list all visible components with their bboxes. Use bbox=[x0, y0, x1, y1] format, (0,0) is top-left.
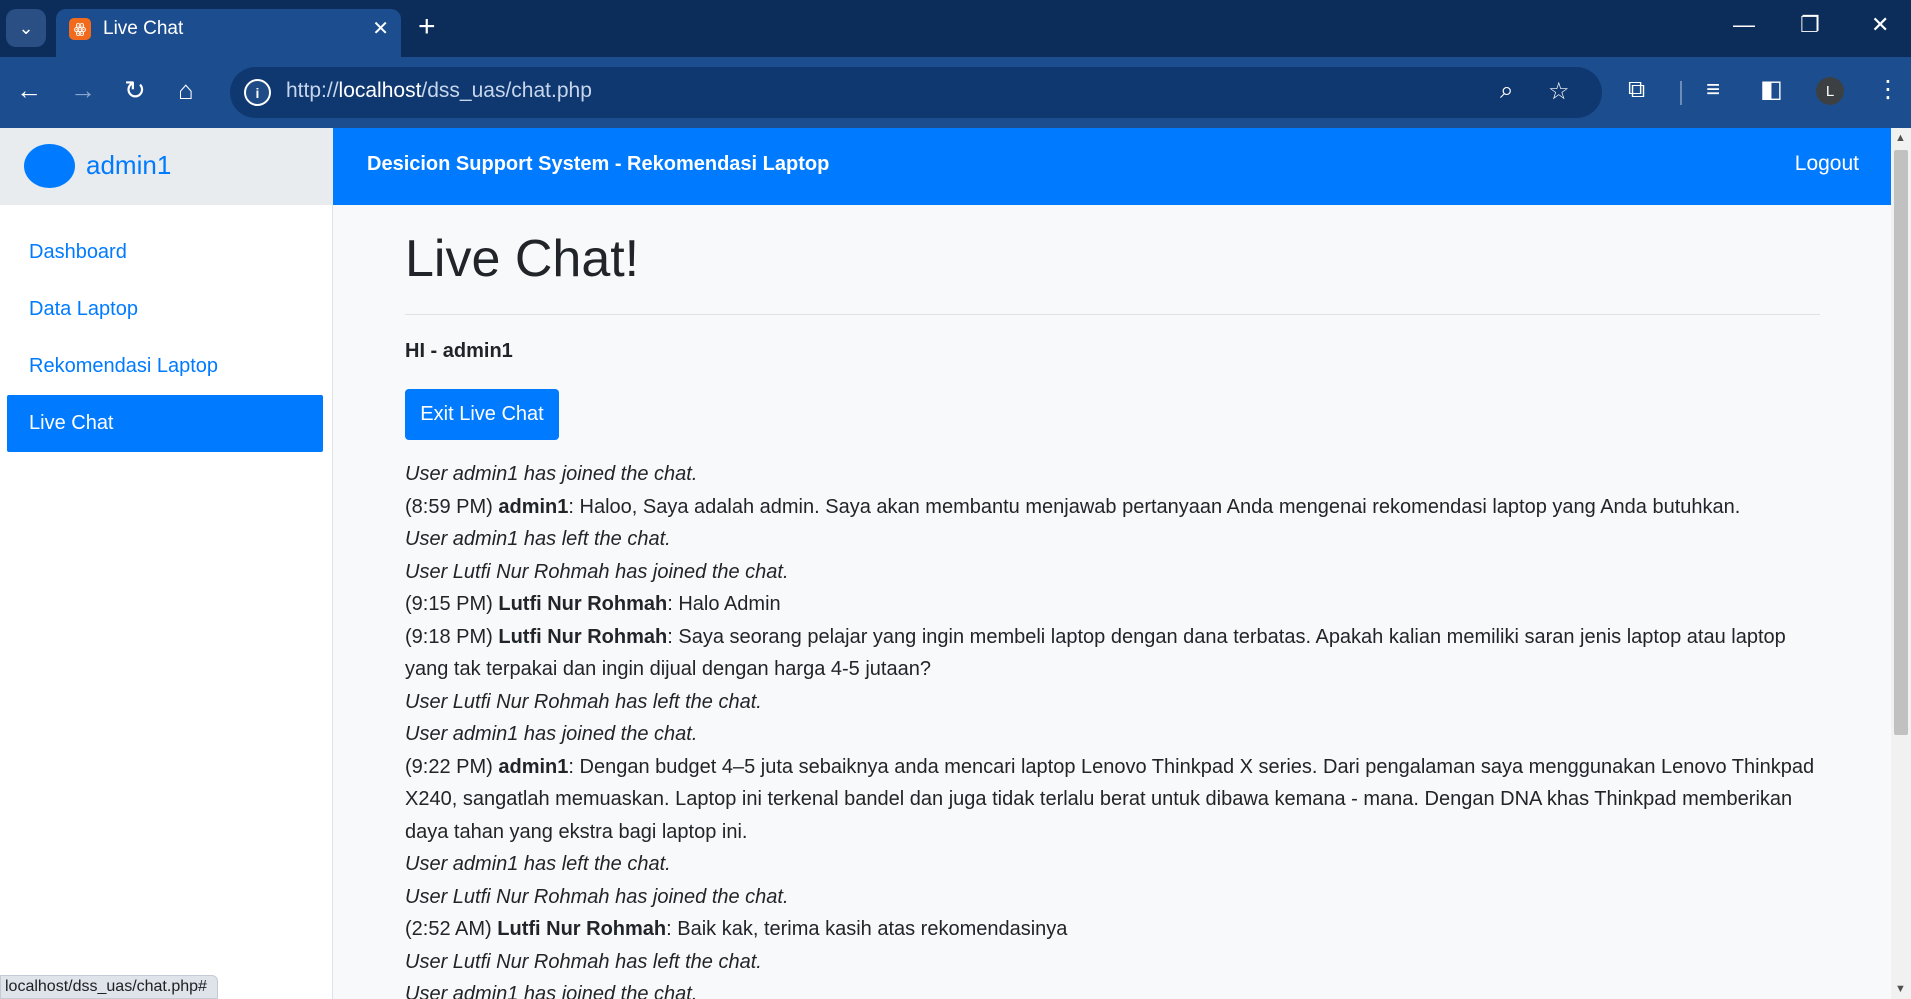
kebab-menu-icon[interactable]: ⋮ bbox=[1876, 75, 1900, 105]
chat-system-message: User admin1 has joined the chat. bbox=[405, 463, 698, 485]
window-close-icon[interactable]: ✕ bbox=[1871, 12, 1889, 38]
chat-message: (9:22 PM) admin1: Dengan budget 4–5 juta… bbox=[405, 751, 1820, 849]
chat-timestamp: (2:52 AM) bbox=[405, 918, 492, 940]
top-navbar: Desicion Support System - Rekomendasi La… bbox=[333, 128, 1891, 205]
chat-system-message: User Lutfi Nur Rohmah has joined the cha… bbox=[405, 885, 789, 908]
page-scrollbar[interactable]: ▲ ▼ bbox=[1891, 128, 1911, 999]
side-panel-icon[interactable]: ◧ bbox=[1760, 75, 1783, 105]
chat-message: (2:52 AM) Lutfi Nur Rohmah: Baik kak, te… bbox=[405, 913, 1820, 946]
media-playlist-icon[interactable]: ≡ bbox=[1706, 75, 1720, 105]
chat-system-message: User Lutfi Nur Rohmah has left the chat. bbox=[405, 950, 762, 973]
bookmark-star-icon[interactable]: ☆ bbox=[1548, 77, 1570, 106]
restore-icon[interactable]: ❐ bbox=[1800, 12, 1820, 38]
user-panel: admin1 bbox=[0, 128, 333, 205]
chat-system-message: User admin1 has left the chat. bbox=[405, 853, 671, 875]
link-status-bubble: localhost/dss_uas/chat.php# bbox=[0, 975, 218, 999]
address-bar[interactable]: i http://localhost/dss_uas/chat.php ⌕ ☆ bbox=[230, 67, 1602, 118]
new-tab-plus-icon[interactable]: + bbox=[418, 10, 436, 44]
tab-title: Live Chat bbox=[103, 18, 184, 39]
chat-timestamp: (9:22 PM) bbox=[405, 755, 493, 778]
chat-log: User admin1 has joined the chat. (8:59 PM… bbox=[405, 458, 1820, 999]
xampp-favicon-icon: ꙮ bbox=[69, 18, 91, 40]
home-icon[interactable]: ⌂ bbox=[178, 75, 194, 105]
chat-message: (8:59 PM) admin1: Haloo, Saya adalah adm… bbox=[405, 491, 1820, 524]
chat-body: : Haloo, Saya adalah admin. Saya akan me… bbox=[568, 495, 1741, 518]
toolbar-separator bbox=[1680, 81, 1682, 105]
chat-body: : Baik kak, terima kasih atas rekomendas… bbox=[666, 918, 1068, 940]
chat-sender: admin1 bbox=[498, 755, 569, 778]
exit-live-chat-button[interactable]: Exit Live Chat bbox=[405, 389, 559, 440]
chat-body: : Halo Admin bbox=[667, 593, 781, 615]
page-title: Live Chat! bbox=[405, 230, 640, 288]
chat-timestamp: (9:18 PM) bbox=[405, 625, 493, 648]
chat-timestamp: (9:15 PM) bbox=[405, 593, 493, 615]
tab-close-icon[interactable]: ✕ bbox=[372, 16, 389, 41]
forward-arrow-icon[interactable]: → bbox=[70, 75, 96, 105]
chat-timestamp: (8:59 PM) bbox=[405, 495, 493, 518]
scroll-down-arrow-icon[interactable]: ▼ bbox=[1895, 983, 1906, 995]
logout-link[interactable]: Logout bbox=[1795, 152, 1859, 176]
profile-avatar[interactable]: L bbox=[1816, 77, 1844, 105]
sidebar-item-data-laptop[interactable]: Data Laptop bbox=[7, 281, 323, 338]
zoom-magnifier-icon[interactable]: ⌕ bbox=[1500, 77, 1513, 105]
navbar-brand[interactable]: Desicion Support System - Rekomendasi La… bbox=[367, 153, 829, 176]
web-page: admin1 Dashboard Data Laptop Rekomendasi… bbox=[0, 128, 1891, 999]
chat-message: (9:15 PM) Lutfi Nur Rohmah: Halo Admin bbox=[405, 588, 1820, 621]
chat-body: : Dengan budget 4–5 juta sebaiknya anda … bbox=[405, 755, 1815, 843]
chat-system-message: User admin1 has joined the chat. bbox=[405, 723, 698, 745]
chat-message: (9:18 PM) Lutfi Nur Rohmah: Saya seorang… bbox=[405, 621, 1820, 686]
scrollbar-thumb[interactable] bbox=[1894, 150, 1908, 735]
chat-system-message: User admin1 has left the chat. bbox=[405, 528, 671, 550]
chat-sender: Lutfi Nur Rohmah bbox=[498, 593, 668, 615]
minimize-icon[interactable]: — bbox=[1733, 12, 1755, 38]
chat-system-message: User admin1 has joined the chat. bbox=[405, 983, 698, 999]
sidebar-item-dashboard[interactable]: Dashboard bbox=[7, 224, 323, 281]
chat-sender: Lutfi Nur Rohmah bbox=[497, 918, 667, 940]
tab-search-chevron-icon[interactable]: ⌄ bbox=[6, 9, 46, 47]
chat-sender: Lutfi Nur Rohmah bbox=[498, 625, 668, 648]
avatar bbox=[24, 144, 75, 188]
browser-tab-bar: ⌄ ꙮ Live Chat ✕ + — ❐ ✕ bbox=[0, 0, 1911, 57]
back-arrow-icon[interactable]: ← bbox=[16, 75, 42, 105]
scroll-up-arrow-icon[interactable]: ▲ bbox=[1895, 132, 1906, 144]
sidebar-item-live-chat[interactable]: Live Chat bbox=[7, 395, 323, 452]
reload-icon[interactable]: ↻ bbox=[124, 75, 146, 105]
extensions-puzzle-icon[interactable]: ⧉ bbox=[1628, 75, 1645, 105]
sidebar: admin1 Dashboard Data Laptop Rekomendasi… bbox=[0, 128, 333, 999]
greeting-text: HI - admin1 bbox=[405, 340, 513, 362]
chat-system-message: User Lutfi Nur Rohmah has left the chat. bbox=[405, 690, 762, 713]
chat-system-message: User Lutfi Nur Rohmah has joined the cha… bbox=[405, 560, 789, 583]
sidebar-user-name: admin1 bbox=[86, 150, 172, 180]
browser-tab[interactable]: ꙮ Live Chat ✕ bbox=[56, 9, 401, 57]
chat-sender: admin1 bbox=[498, 495, 569, 518]
sidebar-item-rekomendasi-laptop[interactable]: Rekomendasi Laptop bbox=[7, 338, 323, 395]
url-text[interactable]: http://localhost/dss_uas/chat.php bbox=[286, 79, 592, 103]
browser-toolbar: ← → ↻ ⌂ i http://localhost/dss_uas/chat.… bbox=[0, 57, 1911, 128]
divider bbox=[405, 314, 1820, 315]
site-info-icon[interactable]: i bbox=[244, 79, 271, 106]
